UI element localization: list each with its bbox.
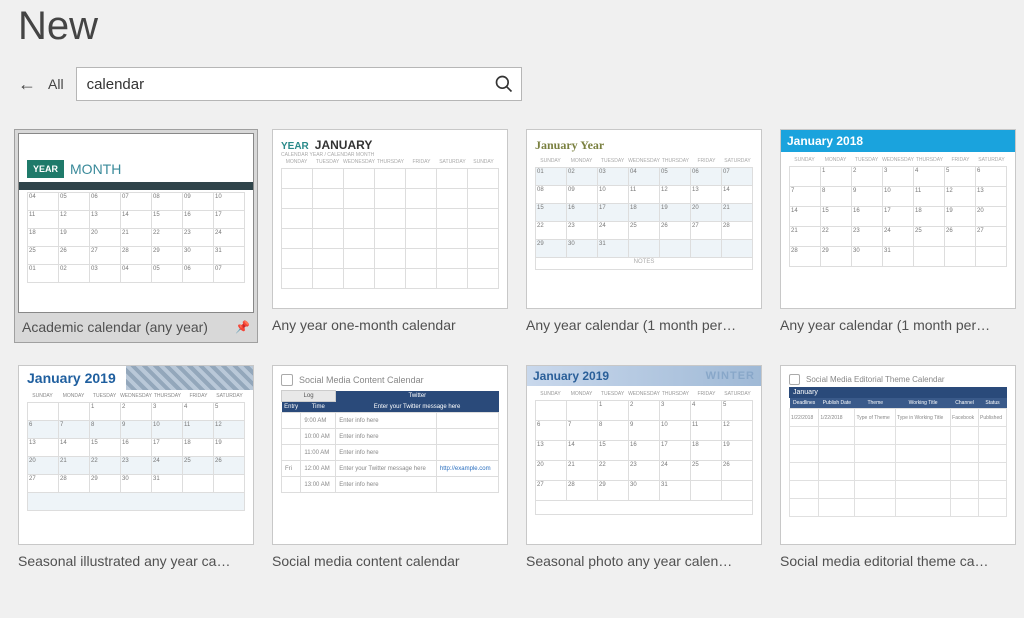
- template-caption: Social media editorial theme ca…: [780, 545, 1016, 569]
- template-card[interactable]: YEAR JANUARY CALENDAR YEAR / CALENDAR MO…: [272, 129, 508, 343]
- template-caption: Any year calendar (1 month per…: [526, 309, 762, 333]
- template-caption: Seasonal photo any year calen…: [526, 545, 762, 569]
- template-caption: Academic calendar (any year): [22, 319, 208, 335]
- template-thumbnail: January 2018 SUNDAYMONDAYTUESDAYWEDNESDA…: [780, 129, 1016, 309]
- template-card[interactable]: January 2019 SundayMondayTuesdayWednesda…: [18, 365, 254, 569]
- template-card[interactable]: Social Media Content Calendar LogTwitter…: [272, 365, 508, 569]
- all-label[interactable]: All: [48, 76, 64, 92]
- pin-icon[interactable]: 📌: [235, 320, 250, 334]
- year-box: YEAR: [27, 160, 64, 178]
- template-thumbnail: January 2019WINTER SundayMondayTuesdayWe…: [526, 365, 762, 545]
- search-icon[interactable]: [487, 68, 521, 100]
- template-thumbnail: YEAR MONTH 04050607080910 11121314151617…: [18, 133, 254, 313]
- template-grid: YEAR MONTH 04050607080910 11121314151617…: [18, 129, 1006, 569]
- template-caption: Social media content calendar: [272, 545, 508, 569]
- template-thumbnail: Social Media Content Calendar LogTwitter…: [272, 365, 508, 545]
- page-title: New: [18, 0, 1006, 67]
- template-thumbnail: January 2019 SundayMondayTuesdayWednesda…: [18, 365, 254, 545]
- template-thumbnail: Social Media Editorial Theme Calendar Ja…: [780, 365, 1016, 545]
- month-label: MONTH: [70, 161, 121, 177]
- back-arrow-icon[interactable]: ←: [18, 74, 36, 95]
- template-card[interactable]: January 2019WINTER SundayMondayTuesdayWe…: [526, 365, 762, 569]
- template-caption: Any year one-month calendar: [272, 309, 508, 333]
- template-caption: Any year calendar (1 month per…: [780, 309, 1016, 333]
- template-thumbnail: January Year SUNDAYMONDAYTUESDAYWEDNESDA…: [526, 129, 762, 309]
- search-row: ← All: [18, 67, 1006, 101]
- search-box[interactable]: [76, 67, 522, 101]
- template-card[interactable]: Social Media Editorial Theme Calendar Ja…: [780, 365, 1016, 569]
- search-input[interactable]: [77, 68, 487, 100]
- template-card[interactable]: YEAR MONTH 04050607080910 11121314151617…: [14, 129, 258, 343]
- template-card[interactable]: January Year SUNDAYMONDAYTUESDAYWEDNESDA…: [526, 129, 762, 343]
- template-caption: Seasonal illustrated any year ca…: [18, 545, 254, 569]
- template-card[interactable]: January 2018 SUNDAYMONDAYTUESDAYWEDNESDA…: [780, 129, 1016, 343]
- template-thumbnail: YEAR JANUARY CALENDAR YEAR / CALENDAR MO…: [272, 129, 508, 309]
